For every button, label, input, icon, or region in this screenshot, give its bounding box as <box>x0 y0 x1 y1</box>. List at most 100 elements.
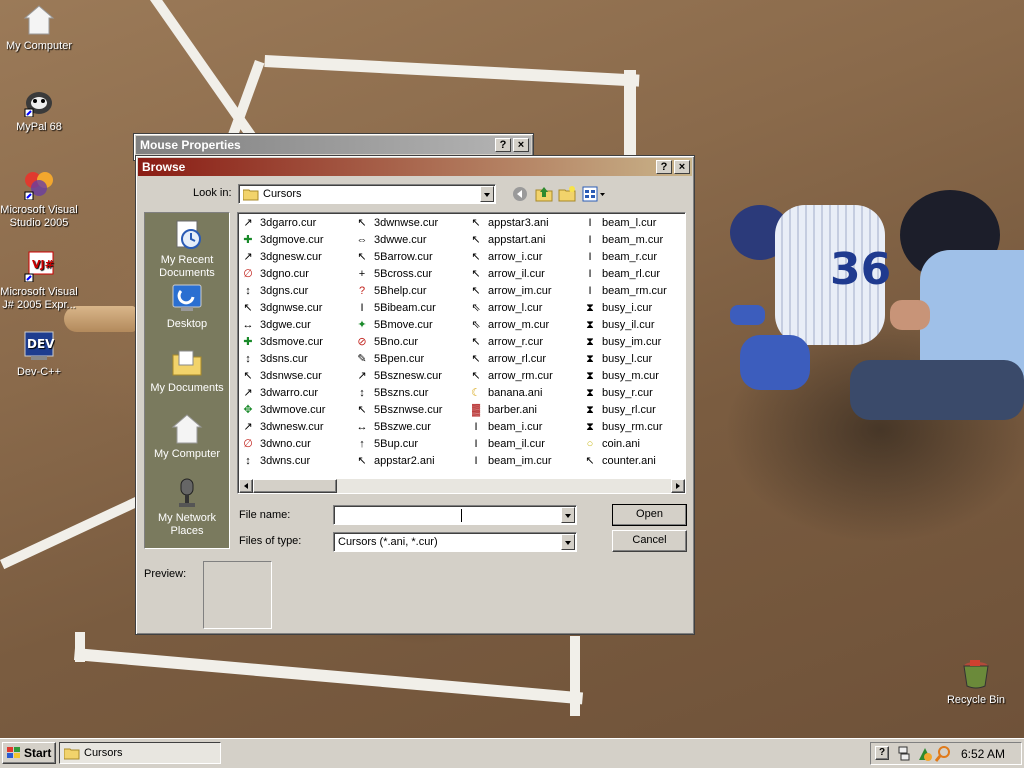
file-name: beam_r.cur <box>602 251 658 263</box>
look-in-label: Look in: <box>193 187 232 199</box>
up-folder-icon[interactable] <box>535 185 553 203</box>
text-cursor <box>461 509 462 522</box>
file-name: 3dgmove.cur <box>260 234 324 246</box>
file-name: 3dsnwse.cur <box>260 370 322 382</box>
file-name: 3dgnesw.cur <box>260 251 322 263</box>
clock[interactable]: 6:52 AM <box>961 747 1005 761</box>
window-title: Mouse Properties <box>140 138 241 152</box>
hourglass-icon: ⧗ <box>586 353 594 365</box>
ibeam-icon: I <box>588 234 592 246</box>
back-icon[interactable] <box>512 186 528 202</box>
file-name: 5Bszwe.cur <box>374 421 431 433</box>
resize-diagonal-icon: ↖ <box>243 302 253 314</box>
desktop-icon-label: Recycle Bin <box>946 694 1006 706</box>
mouse-properties-titlebar[interactable]: Mouse Properties ? × <box>136 136 531 154</box>
resize-horizontal-icon: ⇔ <box>356 234 368 246</box>
hourglass-icon: ⧗ <box>586 387 594 399</box>
place-recent-documents[interactable]: My Recent Documents <box>145 219 229 280</box>
move-icon: ✚ <box>243 336 253 348</box>
browse-titlebar[interactable]: Browse ? × <box>138 158 692 176</box>
file-name: 5Bibeam.cur <box>374 302 436 314</box>
scroll-right-button[interactable] <box>671 479 685 493</box>
folder-icon <box>242 188 259 204</box>
task-label: Cursors <box>84 747 123 759</box>
search-tray-icon[interactable] <box>934 746 951 765</box>
place-network-places[interactable]: My Network Places <box>145 477 229 538</box>
my-computer-icon <box>171 413 203 445</box>
chevron-down-icon[interactable] <box>561 534 575 550</box>
my-documents-icon <box>171 347 203 379</box>
chevron-down-icon[interactable] <box>561 507 575 523</box>
chevron-down-icon[interactable] <box>480 186 494 202</box>
desktop-icon-my-computer[interactable]: My Computer <box>0 4 81 53</box>
file-name: counter.ani <box>602 455 656 467</box>
windows-logo-icon <box>6 746 22 763</box>
resize-diagonal-icon: ↖ <box>357 404 367 416</box>
file-name: 5Bhelp.cur <box>374 285 427 297</box>
desktop-icon-label: Microsoft Visual Studio 2005 <box>0 204 78 229</box>
place-label: Desktop <box>166 318 208 330</box>
file-name: busy_rl.cur <box>602 404 656 416</box>
view-menu-icon[interactable] <box>582 185 606 203</box>
desktop-icon-visual-j-sharp[interactable]: VJ# Microsoft Visual J# 2005 Expr... <box>0 250 81 312</box>
file-name: arrow_m.cur <box>488 319 550 331</box>
hourglass-icon: ⧗ <box>586 302 594 314</box>
file-name: busy_m.cur <box>602 370 659 382</box>
desktop-icon-recycle-bin[interactable]: Recycle Bin <box>934 658 1018 707</box>
desktop-icon-label: My Computer <box>5 40 73 52</box>
hourglass-icon: ⧗ <box>586 404 594 416</box>
file-list[interactable]: ↗ 3dgarro.cur ✚ 3dgmove.cur ↗ 3dgnesw.cur ∅ 3dg… <box>237 212 686 494</box>
file-name: 5Bsznesw.cur <box>374 370 442 382</box>
look-in-combo[interactable]: Cursors <box>238 184 496 204</box>
files-of-type-label: Files of type: <box>239 535 302 547</box>
resize-horizontal-icon: ↔ <box>242 319 254 331</box>
help-tray-icon[interactable]: ? <box>875 746 889 760</box>
help-button[interactable]: ? <box>656 160 672 174</box>
file-name: busy_im.cur <box>602 336 662 348</box>
ibeam-icon: I <box>360 302 364 314</box>
move-icon: ✦ <box>357 319 367 331</box>
file-name: 5Barrow.cur <box>374 251 433 263</box>
cancel-button[interactable]: Cancel <box>612 530 687 552</box>
network-places-icon <box>171 477 203 509</box>
file-name: 5Bsznwse.cur <box>374 404 443 416</box>
place-my-computer[interactable]: My Computer <box>145 413 229 461</box>
place-my-documents[interactable]: My Documents <box>145 347 229 395</box>
resize-vertical-icon: ↕ <box>359 387 365 399</box>
place-desktop[interactable]: Desktop <box>145 283 229 331</box>
start-button[interactable]: Start <box>2 742 56 764</box>
desktop-icon-visual-studio[interactable]: Microsoft Visual Studio 2005 <box>0 168 81 230</box>
ibeam-icon: I <box>588 251 592 263</box>
open-button[interactable]: Open <box>612 504 687 526</box>
file-name: beam_rm.cur <box>602 285 667 297</box>
new-folder-icon[interactable] <box>558 185 576 203</box>
start-label: Start <box>24 746 52 760</box>
arrow-cursor-icon: ↖ <box>471 370 481 382</box>
desktop-icon-mypal[interactable]: MyPal 68 <box>0 85 81 134</box>
scrollbar-thumb[interactable] <box>253 479 337 493</box>
taskbar-button-cursors[interactable]: Cursors <box>59 742 221 764</box>
desktop-icon-dev-cpp[interactable]: DEV Dev-C++ <box>0 330 81 379</box>
close-button[interactable]: × <box>513 138 529 152</box>
horizontal-scrollbar[interactable] <box>239 479 685 493</box>
files-of-type-select[interactable]: Cursors (*.ani, *.cur) <box>333 532 577 552</box>
desktop-icon-label: Dev-C++ <box>16 366 62 378</box>
app-start-icon: ↖ <box>471 234 481 246</box>
hourglass-icon: ⧗ <box>586 421 594 433</box>
svg-text:VJ#: VJ# <box>32 258 54 271</box>
file-name: arrow_il.cur <box>488 268 545 280</box>
scroll-left-button[interactable] <box>239 479 253 493</box>
move-icon: ✚ <box>243 234 253 246</box>
dev-cpp-icon: DEV <box>23 330 55 362</box>
security-tray-icon[interactable] <box>917 746 933 765</box>
close-button[interactable]: × <box>674 160 690 174</box>
file-name: busy_i.cur <box>602 302 653 314</box>
recent-documents-icon <box>171 219 203 251</box>
help-button[interactable]: ? <box>495 138 511 152</box>
resize-diagonal-icon: ↖ <box>243 370 253 382</box>
network-tray-icon[interactable] <box>897 746 911 765</box>
file-name-input[interactable] <box>333 505 577 525</box>
file-name: busy_rm.cur <box>602 421 663 433</box>
place-label: My Computer <box>153 448 221 460</box>
file-name: 5Bno.cur <box>374 336 419 348</box>
